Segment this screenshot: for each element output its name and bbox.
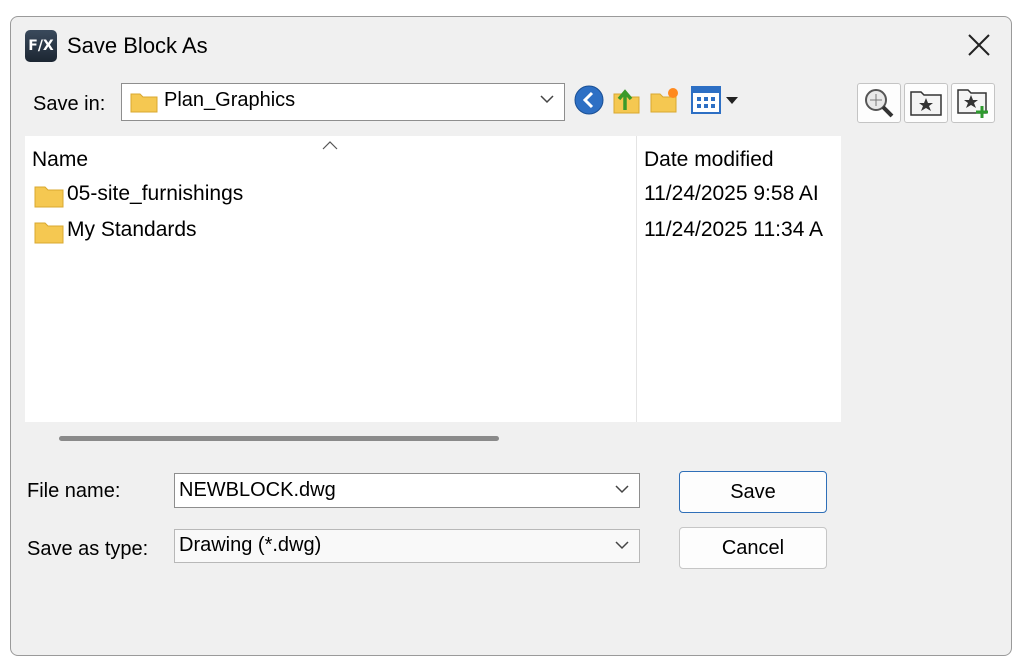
file-date: 11/24/2025 11:34 A xyxy=(644,218,824,241)
file-name-value: NEWBLOCK.dwg xyxy=(179,479,336,501)
new-folder-button[interactable] xyxy=(648,83,682,117)
chevron-down-icon xyxy=(540,95,554,104)
view-menu-icon xyxy=(691,86,738,114)
search-web-icon xyxy=(865,89,894,118)
favorites-button[interactable] xyxy=(904,83,948,123)
column-header-name[interactable]: Name xyxy=(32,148,88,172)
new-folder-icon xyxy=(650,88,678,113)
folder-icon xyxy=(130,93,158,113)
add-to-favorites-icon xyxy=(957,89,988,118)
dialog-title: Save Block As xyxy=(67,33,208,58)
save-in-label: Save in: xyxy=(33,93,106,115)
save-block-dialog: F/X Save Block As Save in: Plan_Graphics xyxy=(10,16,1012,656)
back-button[interactable] xyxy=(572,83,606,117)
save-as-type-dropdown[interactable]: Drawing (*.dwg) xyxy=(174,529,640,563)
up-folder-icon xyxy=(613,89,640,114)
horizontal-scrollbar[interactable] xyxy=(59,436,499,441)
folder-icon xyxy=(34,186,64,208)
add-to-favorites-button[interactable] xyxy=(951,83,995,123)
file-name: My Standards xyxy=(67,218,197,241)
title-bar: F/X Save Block As xyxy=(11,17,1011,75)
favorites-folder-icon xyxy=(910,91,942,116)
column-header-date-modified[interactable]: Date modified xyxy=(644,148,774,172)
back-icon xyxy=(574,85,604,115)
list-item[interactable]: 05-site_furnishings 11/24/2025 9:58 AI xyxy=(25,178,841,212)
save-in-dropdown[interactable]: Plan_Graphics xyxy=(121,83,565,121)
file-name-label: File name: xyxy=(27,480,121,502)
chevron-down-icon xyxy=(615,541,629,550)
search-web-button[interactable] xyxy=(857,83,901,123)
chevron-down-icon xyxy=(615,485,629,494)
save-in-value: Plan_Graphics xyxy=(164,89,296,111)
file-date: 11/24/2025 9:58 AI xyxy=(644,182,819,205)
close-button[interactable] xyxy=(961,29,997,61)
file-name-input[interactable]: NEWBLOCK.dwg xyxy=(174,473,640,508)
sort-ascending-icon xyxy=(322,141,338,150)
folder-icon xyxy=(34,222,64,244)
close-icon xyxy=(968,34,990,56)
cancel-button[interactable]: Cancel xyxy=(679,527,827,569)
app-logo-icon: F/X xyxy=(25,30,57,62)
save-button[interactable]: Save xyxy=(679,471,827,513)
list-item[interactable]: My Standards 11/24/2025 11:34 A xyxy=(25,214,841,248)
file-name: 05-site_furnishings xyxy=(67,182,244,205)
save-as-type-value: Drawing (*.dwg) xyxy=(179,534,322,556)
up-one-level-button[interactable] xyxy=(610,83,644,117)
file-list[interactable]: Name Date modified 05-site_furnishings 1… xyxy=(25,136,841,422)
save-as-type-label: Save as type: xyxy=(27,538,149,560)
views-menu-button[interactable] xyxy=(689,83,745,117)
